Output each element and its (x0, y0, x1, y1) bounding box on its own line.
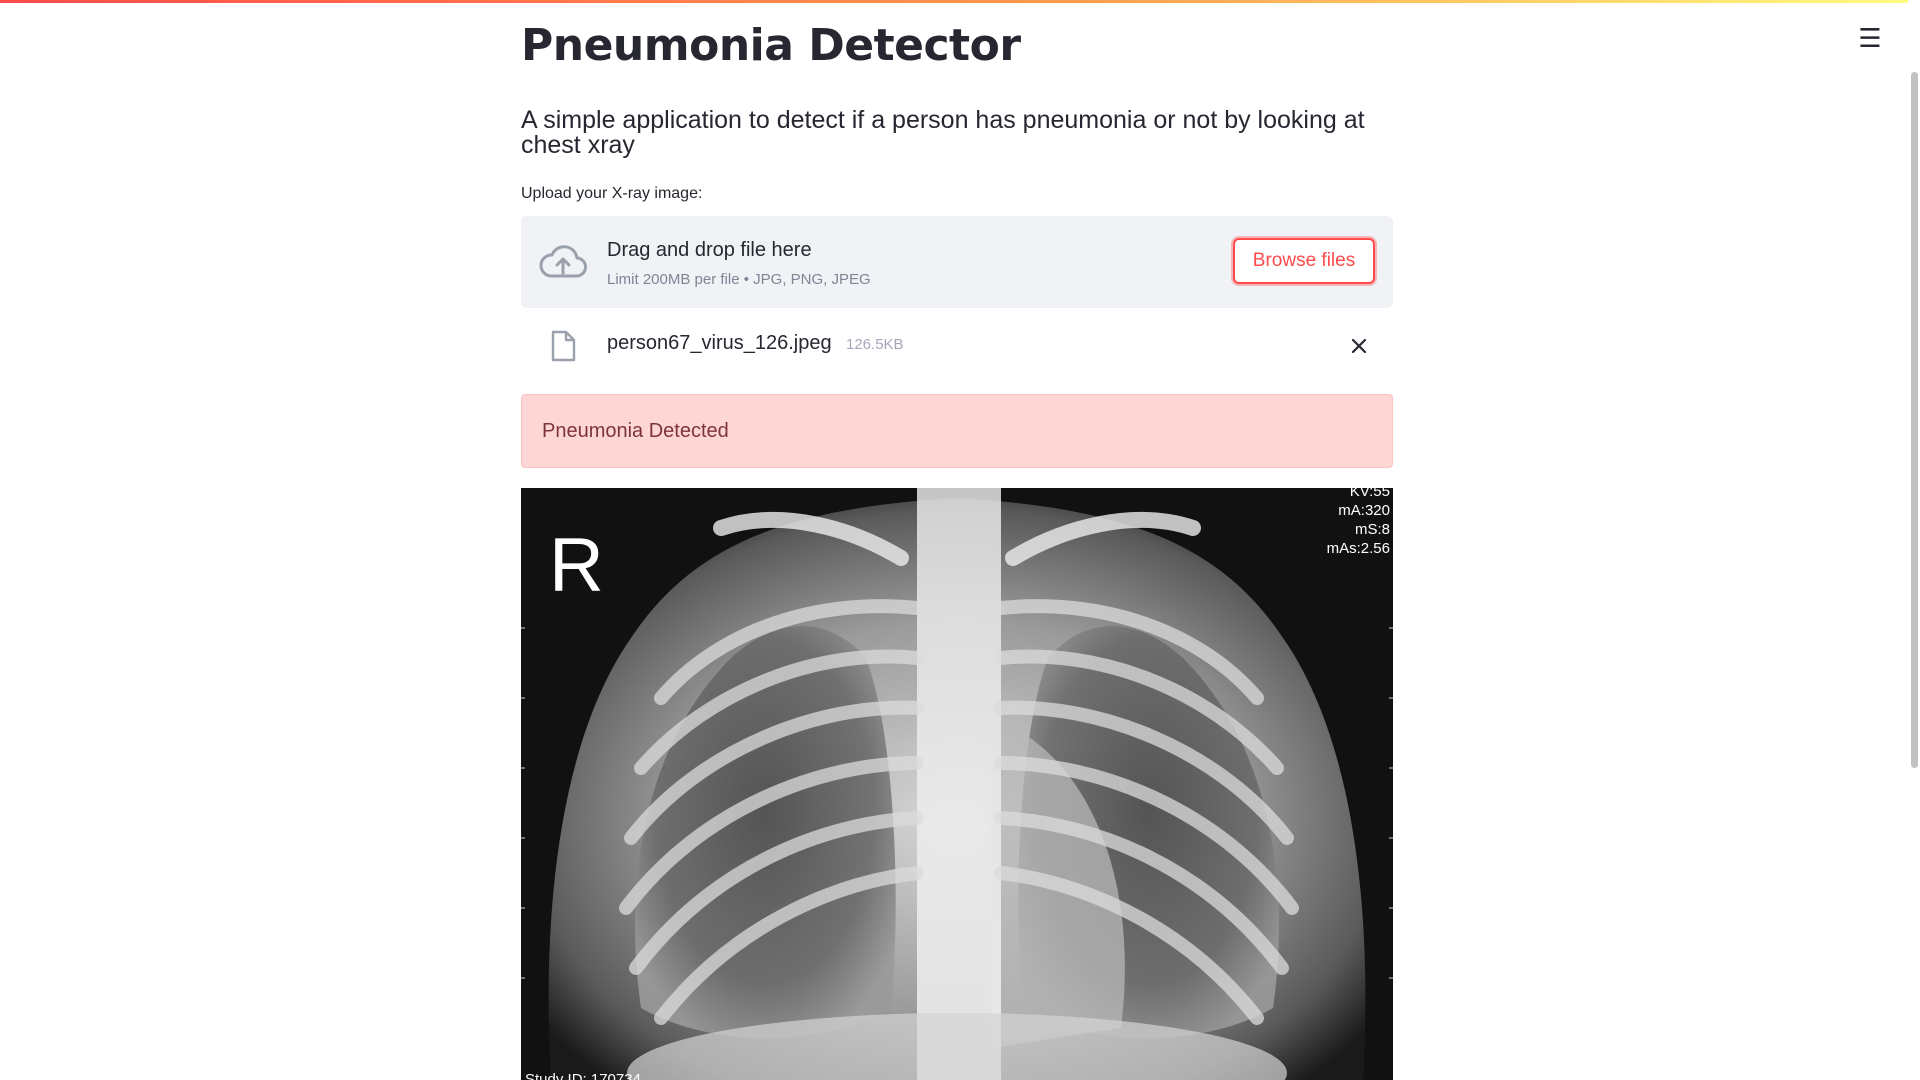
dropzone-limit: Limit 200MB per file • JPG, PNG, JPEG (607, 271, 871, 288)
xray-meta-ms: mS:8 (1354, 521, 1390, 538)
hamburger-menu-icon[interactable]: ☰ (1850, 22, 1890, 56)
dropzone-instruction: Drag and drop file here (607, 239, 812, 261)
uploaded-file-row: person67_virus_126.jpeg 126.5KB (521, 320, 1393, 372)
file-icon (551, 330, 576, 362)
page-subtitle: A simple application to detect if a pers… (521, 106, 1365, 159)
scrollbar[interactable] (1908, 0, 1920, 1080)
result-alert-text: Pneumonia Detected (542, 420, 729, 442)
file-dropzone[interactable]: Drag and drop file here Limit 200MB per … (521, 216, 1393, 308)
close-icon[interactable] (1347, 334, 1371, 358)
xray-meta-kv: KV:55 (1349, 488, 1390, 500)
upload-label: Upload your X-ray image: (521, 185, 703, 202)
xray-meta-mas: mAs:2.56 (1326, 540, 1390, 557)
top-decoration-bar (0, 0, 1920, 3)
uploaded-file-size: 126.5KB (846, 336, 904, 353)
xray-image: R KV:55 mA:320 mS:8 mAs:2.56 Study ID: 1… (521, 488, 1393, 1080)
cloud-upload-icon (539, 245, 587, 278)
uploaded-file-name: person67_virus_126.jpeg (607, 332, 832, 354)
xray-side-marker: R (549, 523, 604, 608)
scrollbar-thumb[interactable] (1911, 72, 1918, 768)
result-alert: Pneumonia Detected (521, 394, 1393, 468)
xray-meta-ma: mA:320 (1338, 502, 1390, 519)
browse-files-button[interactable]: Browse files (1233, 238, 1375, 284)
xray-study-id: Study ID: 170734 (525, 1071, 641, 1080)
page-title: Pneumonia Detector (521, 20, 1021, 71)
xray-metadata: KV:55 mA:320 mS:8 mAs:2.56 (1327, 488, 1390, 558)
xray-picture (521, 488, 1393, 1080)
